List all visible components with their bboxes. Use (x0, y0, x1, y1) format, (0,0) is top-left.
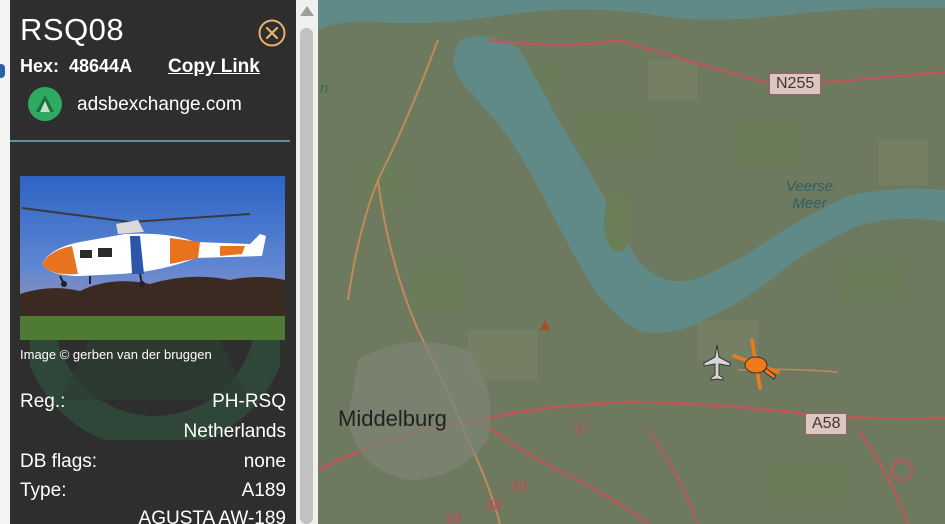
type-label: Type: (20, 480, 67, 501)
panel-divider (10, 140, 290, 142)
reg-label: Reg.: (20, 391, 66, 412)
db-flags-value: none (243, 451, 286, 472)
city-label-middelburg: Middelburg (338, 406, 447, 431)
road-number-39: 39 (445, 510, 462, 524)
road-number-37: 37 (573, 420, 590, 437)
hex-label: Hex: (20, 56, 60, 76)
helicopter-photo-image (20, 176, 285, 340)
model-value: AGUSTA AW-189 (138, 508, 286, 524)
hex-value: 48644A (69, 56, 133, 76)
lake-label-line-1: Veerse (786, 178, 833, 195)
country-value: Netherlands (183, 421, 286, 442)
plane-icon[interactable] (702, 343, 732, 383)
type-value: A189 (241, 480, 286, 501)
copy-link[interactable]: Copy Link (168, 56, 260, 78)
partial-map-label: n (320, 80, 329, 97)
close-circle-icon[interactable] (257, 18, 287, 48)
hex-row: Hex: 48644A (20, 56, 132, 77)
edge-indicator-icon[interactable] (0, 64, 5, 78)
road-badge-a58: A58 (804, 412, 849, 436)
scroll-up-arrow-icon[interactable] (300, 6, 314, 16)
road-badge-n255: N255 (768, 72, 823, 96)
source-site-link[interactable]: adsbexchange.com (77, 94, 242, 116)
lake-label-veerse-meer: Veerse Meer (786, 178, 833, 212)
road-number-38-b: 38 (485, 497, 502, 514)
map-canvas (318, 0, 945, 524)
db-flags-label: DB flags: (20, 451, 98, 472)
photo-credit: Image © gerben van der bruggen (20, 347, 212, 362)
aircraft-photo[interactable] (20, 176, 285, 340)
adsbexchange-logo-icon[interactable] (27, 86, 63, 122)
aircraft-info-panel: RSQ08 Hex: 48644A Copy Link adsbexchange.… (10, 0, 296, 524)
lake-label-line-2: Meer (792, 195, 827, 212)
scroll-thumb[interactable] (300, 28, 313, 524)
app-window: RSQ08 Hex: 48644A Copy Link adsbexchange.… (0, 0, 945, 524)
left-edge-strip (0, 0, 10, 524)
panel-scrollbar[interactable] (296, 0, 318, 524)
reg-value: PH-RSQ (212, 391, 286, 412)
road-number-38-a: 38 (510, 478, 527, 495)
helicopter-icon[interactable] (730, 336, 782, 392)
map-view[interactable]: N255 A58 Middelburg Veerse Meer 37 38 38… (318, 0, 945, 524)
callsign-title: RSQ08 (20, 12, 125, 47)
